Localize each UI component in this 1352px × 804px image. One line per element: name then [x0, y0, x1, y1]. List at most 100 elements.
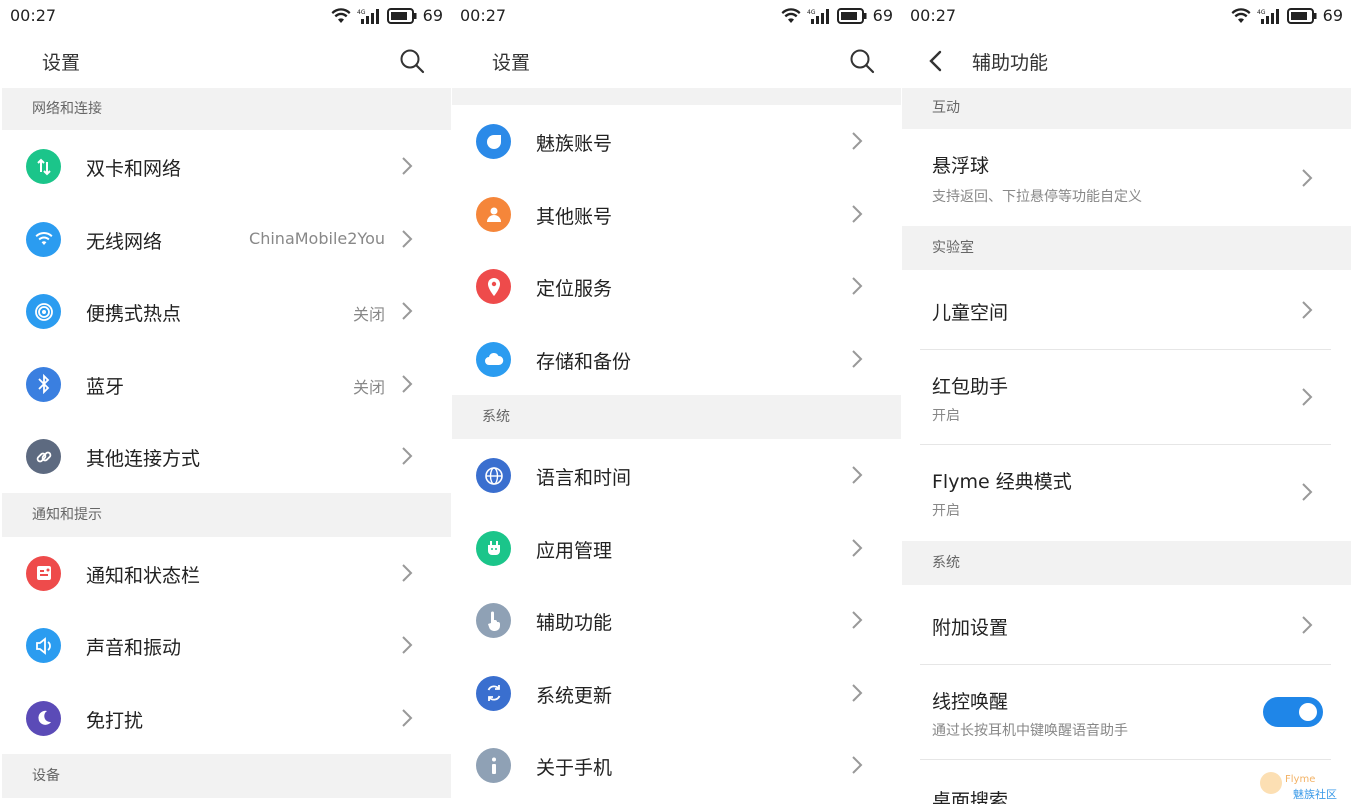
section-header: 互动 [902, 88, 1351, 129]
back-arrow-icon[interactable] [926, 50, 946, 72]
settings-panel-scrolled: 00:27 4G 69 设置 个人 魅族账号 其他账号 定位服务 [452, 0, 901, 804]
item-label: Flyme 经典模式 [932, 471, 1072, 493]
item-label: 线控唤醒 [932, 691, 1009, 713]
status-time: 00:27 [460, 6, 507, 25]
chevron-right-icon [402, 157, 413, 175]
list-item[interactable]: 定位服务 [452, 250, 901, 323]
battery-icon [386, 7, 417, 24]
list-item[interactable]: 声音和振动 [2, 609, 451, 682]
list-item[interactable]: 应用管理 [452, 511, 901, 584]
accessibility-list: 互动 悬浮球 支持返回、下拉悬停等功能自定义 实验室 儿童空间 红包助手 开启 … [902, 88, 1351, 804]
list-item-additional-settings[interactable]: 附加设置 [902, 585, 1351, 665]
list-item[interactable]: 双卡和网络 [2, 130, 451, 203]
app-icon [476, 530, 511, 566]
list-item-floating-ball[interactable]: 悬浮球 支持返回、下拉悬停等功能自定义 [902, 129, 1351, 226]
status-bar: 00:27 4G 69 [902, 0, 1351, 32]
list-item[interactable]: 关于手机 [452, 729, 901, 802]
item-label: 辅助功能 [536, 612, 613, 634]
toggle-knob [1299, 703, 1317, 721]
section-header: 系统 [452, 395, 901, 439]
item-label: 红包助手 [932, 376, 1009, 398]
item-label: 应用管理 [536, 539, 613, 562]
section-header-text: 个人 [482, 88, 510, 90]
list-item[interactable]: 存储和备份 [452, 322, 901, 395]
list-item[interactable]: 语言和时间 [452, 439, 901, 512]
chevron-right-icon [1302, 169, 1313, 187]
battery-icon [836, 7, 867, 24]
item-label: 魅族账号 [536, 133, 613, 155]
moon-icon [26, 700, 61, 736]
chevron-right-icon [852, 683, 863, 702]
list-item[interactable]: 其他连接方式 [2, 420, 451, 493]
list-item-wire-wake[interactable]: 线控唤醒 通过长按耳机中键唤醒语音助手 [902, 665, 1351, 760]
section-header: 设备 [2, 754, 451, 798]
section-header-partial: 个人 [452, 88, 901, 105]
chevron-right-icon [1302, 301, 1313, 319]
chevron-right-icon [402, 563, 413, 582]
cell-signal-icon: 4G [1257, 8, 1279, 24]
search-icon[interactable] [399, 48, 425, 74]
chevron-right-icon [852, 132, 863, 150]
svg-text:4G: 4G [807, 9, 816, 16]
item-label: 存储和备份 [536, 350, 632, 373]
list-item-red-packet[interactable]: 红包助手 开启 [902, 350, 1351, 445]
list-item-flyme-classic[interactable]: Flyme 经典模式 开启 [902, 445, 1351, 541]
list-item[interactable]: 免打扰 [2, 681, 451, 754]
item-label: 儿童空间 [932, 302, 1009, 324]
item-subtitle: 支持返回、下拉悬停等功能自定义 [932, 189, 1142, 205]
item-label: 蓝牙 [86, 375, 125, 398]
settings-list: 个人 魅族账号 其他账号 定位服务 存储和备份 系统 语言和时间 [452, 88, 901, 804]
item-label: 无线网络 [86, 230, 163, 253]
dual-sim-icon [26, 149, 61, 184]
chevron-right-icon [1302, 483, 1313, 501]
section-header: 系统 [902, 541, 1351, 585]
cell-signal-icon: 4G [357, 8, 379, 24]
battery-level: 69 [422, 6, 443, 25]
chevron-right-icon [852, 466, 863, 484]
list-item[interactable]: 便携式热点 关闭 [2, 275, 451, 348]
item-label: 双卡和网络 [86, 158, 182, 180]
item-label: 免打扰 [86, 709, 144, 732]
list-item[interactable]: 无线网络 ChinaMobile2You [2, 202, 451, 275]
status-time: 00:27 [10, 6, 57, 25]
title-bar: 辅助功能 [902, 32, 1351, 88]
battery-level: 69 [872, 6, 893, 25]
svg-text:Flyme: Flyme [1285, 774, 1315, 785]
globe-icon [476, 458, 511, 493]
item-subtitle: 开启 [932, 503, 960, 519]
list-item[interactable]: 辅助功能 [452, 584, 901, 657]
status-bar: 00:27 4G 69 [2, 0, 451, 32]
item-label: 关于手机 [536, 757, 613, 779]
list-item-kids-space[interactable]: 儿童空间 [902, 270, 1351, 350]
title-bar: 设置 [452, 32, 901, 88]
page-title: 设置 [42, 52, 81, 74]
item-label: 附加设置 [932, 617, 1009, 639]
list-item[interactable]: 其他账号 [452, 177, 901, 250]
item-label: 桌面搜索 [932, 790, 1009, 804]
list-item[interactable]: 通知和状态栏 [2, 536, 451, 609]
chevron-right-icon [852, 349, 863, 368]
list-item[interactable]: 魅族账号 [452, 105, 901, 178]
item-label: 便携式热点 [86, 303, 182, 325]
item-label: 通知和状态栏 [86, 564, 201, 587]
wire-wake-toggle[interactable] [1263, 697, 1323, 727]
hand-icon [476, 603, 511, 638]
chevron-right-icon [402, 229, 413, 248]
chevron-right-icon [852, 277, 863, 295]
meizu-account-icon [476, 124, 511, 159]
item-label: 悬浮球 [932, 155, 990, 177]
status-time: 00:27 [910, 6, 957, 25]
chevron-right-icon [852, 538, 863, 557]
watermark-text: 魅族社区 [1293, 787, 1337, 801]
search-icon[interactable] [849, 48, 875, 74]
list-item[interactable]: 蓝牙 关闭 [2, 347, 451, 420]
item-subtitle: 开启 [932, 408, 960, 424]
settings-panel-main: 00:27 4G 69 设置 网络和连接 双卡和网络 无线网络 ChinaMob… [2, 0, 451, 804]
chevron-right-icon [402, 302, 413, 320]
battery-level: 69 [1322, 6, 1343, 25]
location-icon [476, 269, 511, 304]
battery-icon [1286, 7, 1317, 24]
item-label: 语言和时间 [536, 467, 632, 489]
cell-signal-icon: 4G [807, 8, 829, 24]
list-item[interactable]: 系统更新 [452, 656, 901, 729]
